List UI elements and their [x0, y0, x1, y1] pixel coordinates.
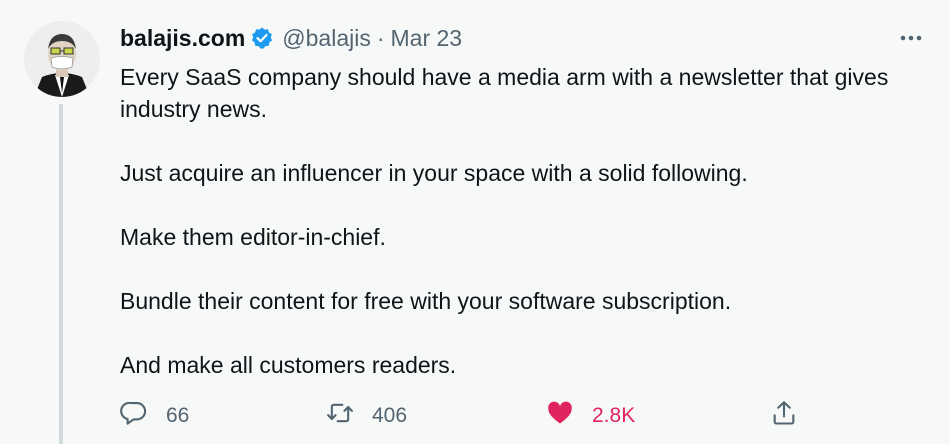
share-button[interactable]: [770, 396, 798, 436]
tweet-paragraph: Make them editor-in-chief.: [120, 224, 386, 250]
tweet-header: balajis.com @balajis · Mar 23: [120, 22, 462, 54]
like-button[interactable]: 2.8K: [546, 396, 635, 436]
user-handle[interactable]: @balajis: [282, 25, 371, 52]
tweet-text: Every SaaS company should have a media a…: [120, 61, 920, 413]
separator-dot: ·: [376, 24, 385, 51]
thread-line: [59, 104, 63, 444]
reply-icon: [120, 399, 148, 433]
tweet-card[interactable]: balajis.com @balajis · Mar 23 Every SaaS…: [0, 0, 950, 444]
avatar[interactable]: [24, 21, 100, 97]
tweet-actions: 66 406 2.8K: [120, 396, 820, 436]
retweet-icon: [326, 399, 354, 433]
tweet-paragraph: Every SaaS company should have a media a…: [120, 64, 889, 122]
profile-photo: [24, 21, 100, 97]
retweet-button[interactable]: 406: [326, 396, 407, 436]
tweet-paragraph: Just acquire an influencer in your space…: [120, 160, 748, 186]
reply-button[interactable]: 66: [120, 396, 189, 436]
display-name[interactable]: balajis.com: [120, 25, 245, 52]
more-options-icon[interactable]: [896, 28, 926, 48]
verified-badge-icon: [250, 26, 274, 50]
share-icon: [770, 399, 798, 433]
heart-icon: [546, 399, 574, 433]
like-count: 2.8K: [592, 404, 636, 427]
tweet-date[interactable]: Mar 23: [391, 25, 463, 52]
tweet-paragraph: And make all customers readers.: [120, 352, 457, 378]
reply-count: 66: [166, 404, 190, 427]
tweet-paragraph: Bundle their content for free with your …: [120, 288, 732, 314]
retweet-count: 406: [372, 404, 408, 427]
